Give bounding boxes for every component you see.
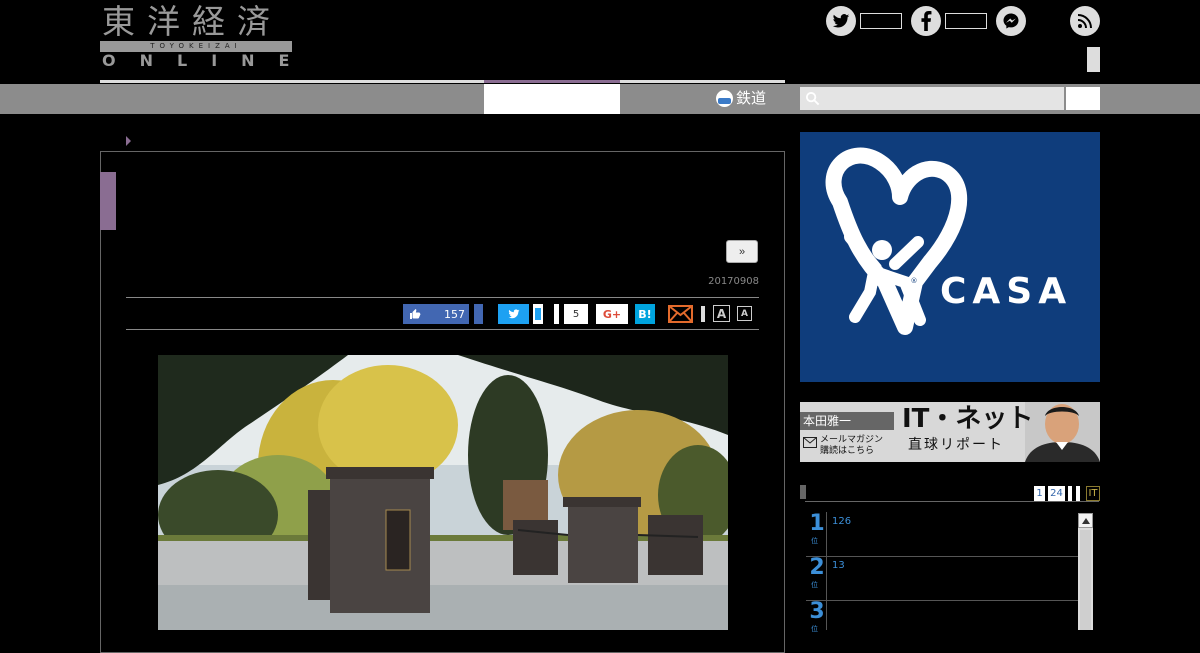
article-date: 20170908 bbox=[708, 276, 759, 287]
facebook-like-count: 157 bbox=[444, 307, 465, 321]
search-button[interactable] bbox=[1066, 87, 1100, 110]
header-toggle[interactable] bbox=[1087, 47, 1100, 72]
casa-brand-text: CASA bbox=[940, 271, 1073, 312]
comments-count: 5 bbox=[564, 304, 588, 324]
search-input[interactable] bbox=[824, 87, 1060, 110]
ranking-item[interactable]: 1 位 126 bbox=[806, 512, 1078, 557]
facebook-like-button[interactable]: 157 bbox=[403, 304, 469, 324]
breadcrumb-arrow-icon bbox=[126, 136, 131, 146]
registered-mark: ® bbox=[909, 276, 919, 286]
ranking-divider bbox=[826, 512, 827, 556]
ranking-item[interactable]: 2 位 13 bbox=[806, 556, 1078, 601]
twitter-icon[interactable] bbox=[826, 6, 856, 36]
logo-online-text: ONLINE bbox=[102, 51, 314, 70]
banner-mail-line2: 購読はこちら bbox=[820, 446, 875, 456]
ranking-number: 1 bbox=[809, 511, 825, 536]
share-bar-bottom-line bbox=[126, 329, 759, 330]
google-plus-button[interactable]: G+ bbox=[596, 304, 628, 324]
twitter-bird-icon bbox=[508, 309, 519, 319]
font-size-large-button[interactable]: A bbox=[713, 305, 730, 322]
ranking-tab-1[interactable]: 1 bbox=[1034, 486, 1045, 501]
share-bar-top-line bbox=[126, 297, 759, 298]
ranking-tab-4[interactable] bbox=[1076, 486, 1080, 501]
ranking-suffix: 位 bbox=[811, 625, 818, 633]
ranking-header-marker bbox=[800, 485, 806, 499]
twitter-count-box bbox=[860, 13, 902, 29]
nav-topline bbox=[100, 80, 785, 83]
share-divider bbox=[701, 306, 705, 322]
ranking-tab-3[interactable] bbox=[1068, 486, 1072, 501]
ranking-top-line bbox=[805, 501, 1099, 502]
font-size-small-button[interactable]: A bbox=[737, 306, 752, 321]
scroll-up-button[interactable] bbox=[1078, 513, 1093, 528]
nav-item-rail[interactable]: 鉄道 bbox=[716, 87, 766, 109]
nav-active-indicator bbox=[484, 80, 620, 83]
tweet-count-fill bbox=[535, 308, 541, 320]
ranking-tab-it[interactable]: IT bbox=[1086, 486, 1100, 501]
ranking-number: 2 bbox=[809, 555, 825, 580]
title-marker bbox=[100, 172, 116, 230]
comments-button[interactable] bbox=[554, 304, 559, 324]
mail-icon[interactable] bbox=[668, 304, 693, 324]
envelope-icon bbox=[803, 437, 817, 448]
ranking-divider bbox=[826, 600, 827, 630]
rss-icon[interactable] bbox=[1070, 6, 1100, 36]
casa-advertisement[interactable] bbox=[800, 132, 1100, 382]
article-photo bbox=[158, 355, 728, 630]
ranking-count: 13 bbox=[832, 560, 845, 571]
messenger-icon[interactable] bbox=[996, 6, 1026, 36]
search-icon bbox=[805, 91, 820, 106]
banner-author-name: 本田雅一 bbox=[800, 412, 894, 430]
ranking-suffix: 位 bbox=[811, 581, 818, 589]
nav-item-rail-label: 鉄道 bbox=[736, 89, 767, 107]
nav-active-tab[interactable] bbox=[484, 84, 620, 114]
search-box bbox=[800, 87, 1064, 110]
facebook-share-button[interactable] bbox=[474, 304, 483, 324]
train-icon bbox=[716, 89, 733, 107]
ranking-suffix: 位 bbox=[811, 537, 818, 545]
ranking-divider bbox=[826, 556, 827, 600]
next-page-button[interactable]: » bbox=[726, 240, 758, 263]
ranking-scrollbar-thumb[interactable] bbox=[1080, 530, 1091, 630]
ranking-tab-24[interactable]: 24 bbox=[1048, 486, 1065, 501]
site-logo[interactable]: 東洋経済 bbox=[102, 4, 282, 40]
thumbs-up-icon bbox=[410, 309, 421, 319]
chevron-up-icon bbox=[1081, 517, 1090, 524]
banner-mail-line1: メールマガジン bbox=[820, 435, 884, 445]
ranking-count: 126 bbox=[832, 516, 852, 527]
tweet-button[interactable] bbox=[498, 304, 529, 324]
hatena-bookmark-button[interactable]: B! bbox=[635, 304, 655, 324]
ranking-number: 3 bbox=[809, 599, 825, 624]
facebook-icon[interactable] bbox=[911, 6, 941, 36]
banner-subtitle: 直球リポート bbox=[908, 437, 1004, 453]
facebook-count-box bbox=[945, 13, 987, 29]
casa-heart-icon bbox=[825, 147, 968, 335]
banner-title: IT・ネット bbox=[902, 404, 1034, 434]
ranking-item[interactable]: 3 位 bbox=[806, 599, 1078, 633]
